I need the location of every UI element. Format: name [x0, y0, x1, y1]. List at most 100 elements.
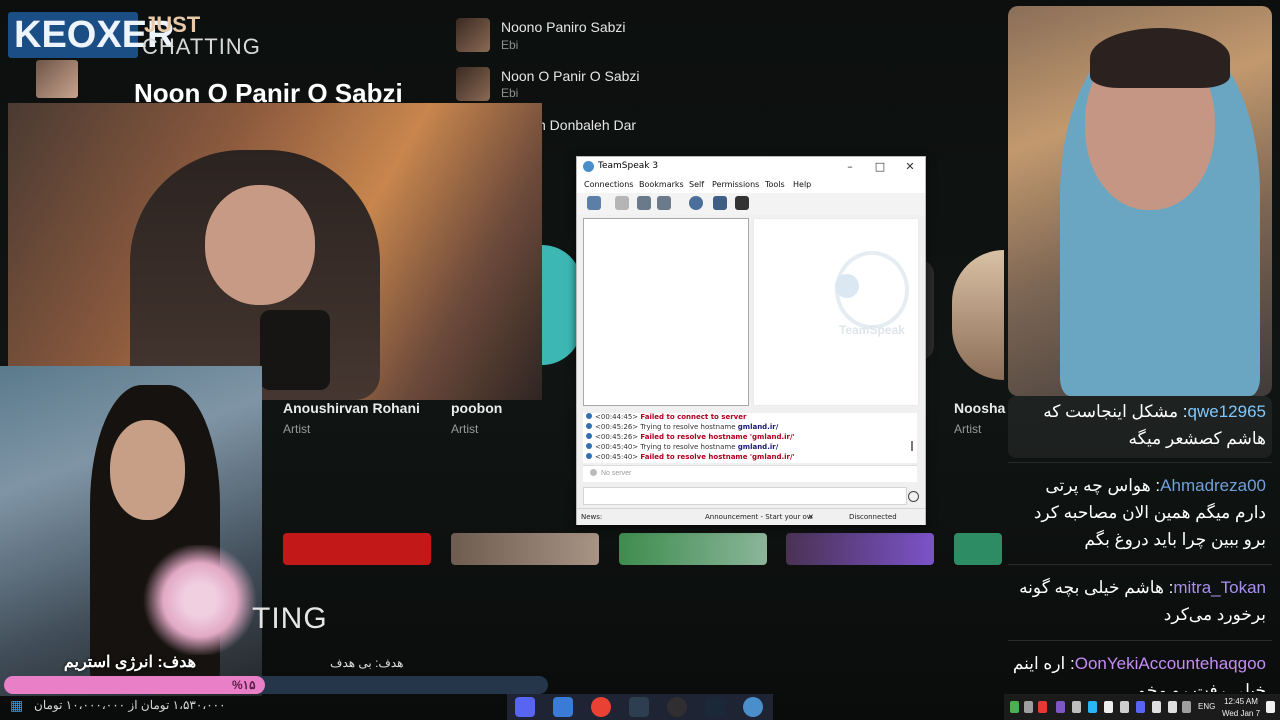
playlist-thumbnail[interactable] [786, 533, 934, 565]
artist-name[interactable]: Anoushirvan Rohani [283, 400, 420, 416]
tray-app-icon[interactable] [1056, 701, 1065, 713]
steam-icon[interactable] [705, 697, 725, 717]
disconnect-icon[interactable] [615, 196, 629, 210]
info-icon [586, 453, 592, 459]
clock-date[interactable]: Wed Jan 7 [1218, 709, 1264, 718]
chat-divider [1008, 640, 1272, 641]
song-thumbnail[interactable] [456, 67, 490, 101]
artist-role: Artist [283, 422, 311, 436]
notification-bell-icon[interactable] [1266, 701, 1275, 713]
chat-username[interactable]: OonYekiAccountehaqgoo [1075, 654, 1266, 673]
artist-role: Artist [451, 422, 479, 436]
menu-permissions[interactable]: Permissions [712, 180, 759, 189]
goal-progress-fill [4, 676, 266, 694]
menu-connections[interactable]: Connections [584, 180, 633, 189]
song-title[interactable]: h Donbaleh Dar [538, 117, 636, 133]
log-time: <00:45:26> [595, 423, 639, 431]
teamspeak-logo-icon [583, 161, 594, 172]
menu-help[interactable]: Help [793, 180, 811, 189]
teamspeak-watermark-dot [835, 274, 859, 298]
playlist-thumbnail[interactable] [619, 533, 767, 565]
guest-face [110, 420, 185, 520]
chat-username[interactable]: Ahmadreza00 [1160, 476, 1266, 495]
tray-app-icon[interactable] [1104, 701, 1113, 713]
log-time: <00:45:40> [595, 453, 639, 461]
song-title[interactable]: Noon O Panir O Sabzi [501, 68, 640, 84]
playlist-avatar [36, 60, 78, 98]
minimize-icon[interactable]: – [835, 158, 865, 176]
whisper-icon[interactable] [735, 196, 749, 210]
goal-progress-label: %۱۵ [232, 678, 256, 692]
discord-tray-icon[interactable] [1136, 701, 1145, 713]
tray-app-icon[interactable] [1072, 701, 1081, 713]
menu-bookmarks[interactable]: Bookmarks [639, 180, 684, 189]
announcement-text[interactable]: Announcement - Start your ow [705, 513, 813, 521]
chat-icon[interactable] [689, 196, 703, 210]
network-icon[interactable] [1152, 701, 1161, 713]
windows-start-icon[interactable]: ▦ [10, 697, 26, 713]
tray-app-icon[interactable] [1010, 701, 1019, 713]
chat-username[interactable]: mitra_Tokan [1173, 578, 1266, 597]
playlist-thumbnail[interactable] [954, 533, 1002, 565]
log-host[interactable]: gmland.ir/ [738, 423, 779, 431]
mute-icon[interactable] [657, 196, 671, 210]
connect-icon[interactable] [587, 196, 601, 210]
playlist-thumbnail[interactable] [283, 533, 431, 565]
teamspeak-watermark-text: TeamSpeak [839, 323, 905, 337]
chat-message: OonYekiAccountehaqgoo: اره اینم خیلی رفت… [1010, 650, 1266, 692]
song-artist[interactable]: Ebi [501, 86, 518, 100]
song-artist[interactable]: Ebi [501, 38, 518, 52]
log-line: <00:45:40> Trying to resolve hostname gm… [586, 443, 778, 451]
maximize-icon[interactable]: □ [865, 158, 895, 176]
teamspeak-window[interactable]: TeamSpeak 3 – □ ✕ Connections Bookmarks … [576, 156, 926, 525]
info-icon [586, 423, 592, 429]
microphone [260, 310, 330, 390]
chevron-up-icon[interactable] [1182, 701, 1191, 713]
tray-app-icon[interactable] [1038, 701, 1047, 713]
volume-icon[interactable] [1168, 701, 1177, 713]
log-text: Failed to resolve hostname 'gmland.ir/' [640, 453, 795, 461]
chat-username[interactable]: qwe12965 [1188, 402, 1266, 421]
log-time: <00:45:40> [595, 443, 639, 451]
info-icon [586, 413, 592, 419]
clock-time[interactable]: 12:45 AM [1218, 697, 1264, 706]
microphone-icon[interactable] [1120, 701, 1129, 713]
tray-app-icon[interactable] [1024, 701, 1033, 713]
menu-self[interactable]: Self [689, 180, 704, 189]
tray-app-icon[interactable] [1088, 701, 1097, 713]
artist-role: Artist [954, 422, 982, 436]
server-tab[interactable]: No server [601, 470, 631, 477]
chatting-label-bottom: TING [252, 602, 328, 635]
flower-decoration [140, 545, 260, 655]
info-icon [586, 443, 592, 449]
away-icon[interactable] [637, 196, 651, 210]
announcement-close-icon[interactable]: ✕ [808, 513, 814, 521]
playlist-thumbnail[interactable] [451, 533, 599, 565]
news-label: News: [581, 513, 603, 521]
language-indicator[interactable]: ENG [1198, 702, 1215, 711]
log-time: <00:45:26> [595, 433, 639, 441]
log-host[interactable]: gmland.ir/ [738, 443, 779, 451]
teamspeak-icon[interactable] [743, 697, 763, 717]
contacts-icon[interactable] [713, 196, 727, 210]
menu-tools[interactable]: Tools [765, 180, 785, 189]
ts-channel-tree[interactable] [583, 218, 749, 406]
files-icon[interactable] [553, 697, 573, 717]
info-icon [586, 433, 592, 439]
chrome-icon[interactable] [591, 697, 611, 717]
close-icon[interactable]: ✕ [895, 158, 925, 176]
log-time: <00:44:45> [595, 413, 639, 421]
song-title[interactable]: Noono Paniro Sabzi [501, 19, 626, 35]
discord-icon[interactable] [515, 697, 535, 717]
chat-message: mitra_Tokan: هاشم خیلی بچه گونه برخورد م… [1010, 574, 1266, 628]
ts-chat-input[interactable] [583, 487, 907, 505]
log-text: Failed to resolve hostname 'gmland.ir/' [640, 433, 795, 441]
log-scrollbar[interactable] [911, 441, 913, 451]
song-thumbnail[interactable] [456, 18, 490, 52]
artist-name[interactable]: poobon [451, 400, 502, 416]
ts-server-log[interactable]: <00:44:45> Failed to connect to server <… [583, 413, 917, 463]
app-icon[interactable] [629, 697, 649, 717]
smiley-icon[interactable] [908, 491, 919, 502]
artist-name[interactable]: Noosha [954, 400, 1005, 416]
obs-icon[interactable] [667, 697, 687, 717]
